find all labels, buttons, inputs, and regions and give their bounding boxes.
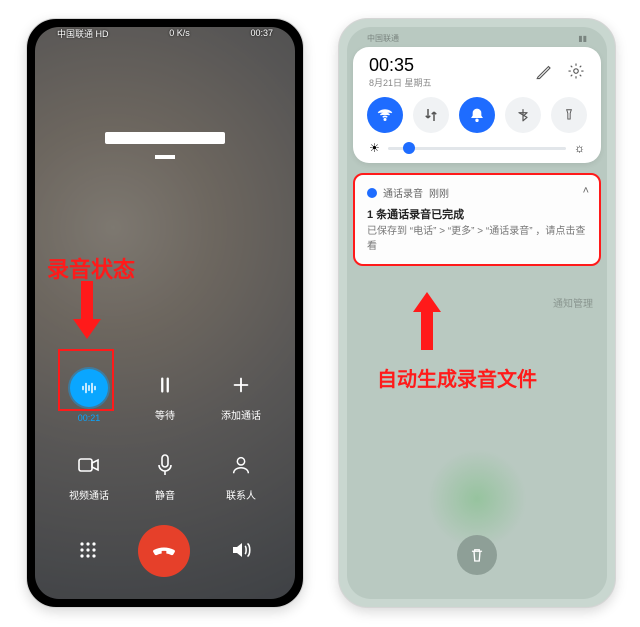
status-bar-right: 中国联通 ▮▮	[347, 27, 607, 45]
brightness-slider[interactable]: ☀︎ ☼	[365, 141, 589, 157]
notification-title: 1 条通话录音已完成	[367, 206, 587, 222]
add-call-button[interactable]: 添加通话	[203, 369, 279, 423]
end-call-button[interactable]	[138, 525, 190, 577]
call-controls-grid: 00:21 等待 添加通话 视频通话 静音	[27, 369, 303, 502]
phone-left-frame: 中国联通 HD 0 K/s 00:37 录音状态 00:21 等待	[26, 18, 304, 608]
notification-panel-screen: 中国联通 ▮▮ 00:35 8月21日 星期五	[347, 27, 607, 599]
notification-card[interactable]: 通话录音 刚刚 ˄ 1 条通话录音已完成 已保存到 “电话” > “更多” > …	[353, 173, 601, 266]
record-button[interactable]: 00:21	[51, 369, 127, 423]
hold-button[interactable]: 等待	[127, 369, 203, 423]
status-time: 00:37	[250, 28, 273, 38]
glow-effect	[427, 449, 527, 549]
dialpad-button[interactable]	[76, 538, 100, 565]
contact-block	[105, 132, 225, 162]
data-tile[interactable]	[413, 97, 449, 133]
brightness-low-icon: ☀︎	[369, 141, 380, 155]
mute-button[interactable]: 静音	[127, 449, 203, 502]
call-wallpaper	[35, 27, 295, 599]
settings-icon[interactable]	[567, 62, 585, 83]
flashlight-tile[interactable]	[551, 97, 587, 133]
contacts-label: 联系人	[226, 487, 256, 502]
notification-body: 已保存到 “电话” > “更多” > “通话录音” ，请点击查看	[367, 224, 587, 254]
brightness-high-icon: ☼	[574, 141, 585, 155]
status-speed: 0 K/s	[169, 28, 190, 38]
mute-label: 静音	[155, 487, 175, 502]
speaker-button[interactable]	[228, 538, 254, 565]
video-call-label: 视频通话	[69, 487, 109, 502]
add-call-label: 添加通话	[221, 407, 261, 422]
quick-settings-panel: 00:35 8月21日 星期五 ☀︎ ☼	[353, 47, 601, 163]
record-label: 00:21	[78, 413, 101, 423]
video-icon	[73, 449, 105, 481]
notifications-tile[interactable]	[459, 97, 495, 133]
bluetooth-tile[interactable]	[505, 97, 541, 133]
waveform-icon	[70, 369, 108, 407]
status-bar: 中国联通 HD 0 K/s 00:37	[27, 19, 303, 41]
status-carrier: 中国联通 HD	[57, 27, 109, 40]
notification-manager-link[interactable]: 通知管理	[553, 295, 593, 310]
annotation-left: 录音状态	[47, 252, 135, 284]
notification-time: 刚刚	[429, 185, 449, 200]
plus-icon	[225, 369, 257, 401]
phone-right-frame: 中国联通 ▮▮ 00:35 8月21日 星期五	[338, 18, 616, 608]
hold-label: 等待	[155, 407, 175, 422]
pause-icon	[149, 369, 181, 401]
qs-tiles	[365, 97, 589, 133]
notification-app-icon	[367, 188, 377, 198]
annotation-right: 自动生成录音文件	[377, 363, 537, 392]
contacts-button[interactable]: 联系人	[203, 449, 279, 502]
contact-name	[105, 132, 225, 144]
bottom-row	[27, 525, 303, 577]
trash-icon	[468, 546, 486, 564]
notification-app-name: 通话录音	[383, 185, 423, 200]
wifi-tile[interactable]	[367, 97, 403, 133]
person-icon	[225, 449, 257, 481]
qs-time: 00:35	[369, 55, 432, 76]
arrow-up-icon	[417, 292, 437, 350]
video-call-button[interactable]: 视频通话	[51, 449, 127, 502]
status-carrier-right: 中国联通	[367, 33, 399, 44]
phone-down-icon	[150, 537, 178, 565]
mic-icon	[149, 449, 181, 481]
status-icons-right: ▮▮	[578, 34, 587, 43]
clear-all-button[interactable]	[457, 535, 497, 575]
edit-icon[interactable]	[535, 62, 553, 83]
arrow-down-icon	[77, 281, 97, 339]
qs-date: 8月21日 星期五	[369, 76, 432, 89]
contact-sub	[155, 155, 175, 159]
chevron-up-icon[interactable]: ˄	[583, 185, 589, 197]
